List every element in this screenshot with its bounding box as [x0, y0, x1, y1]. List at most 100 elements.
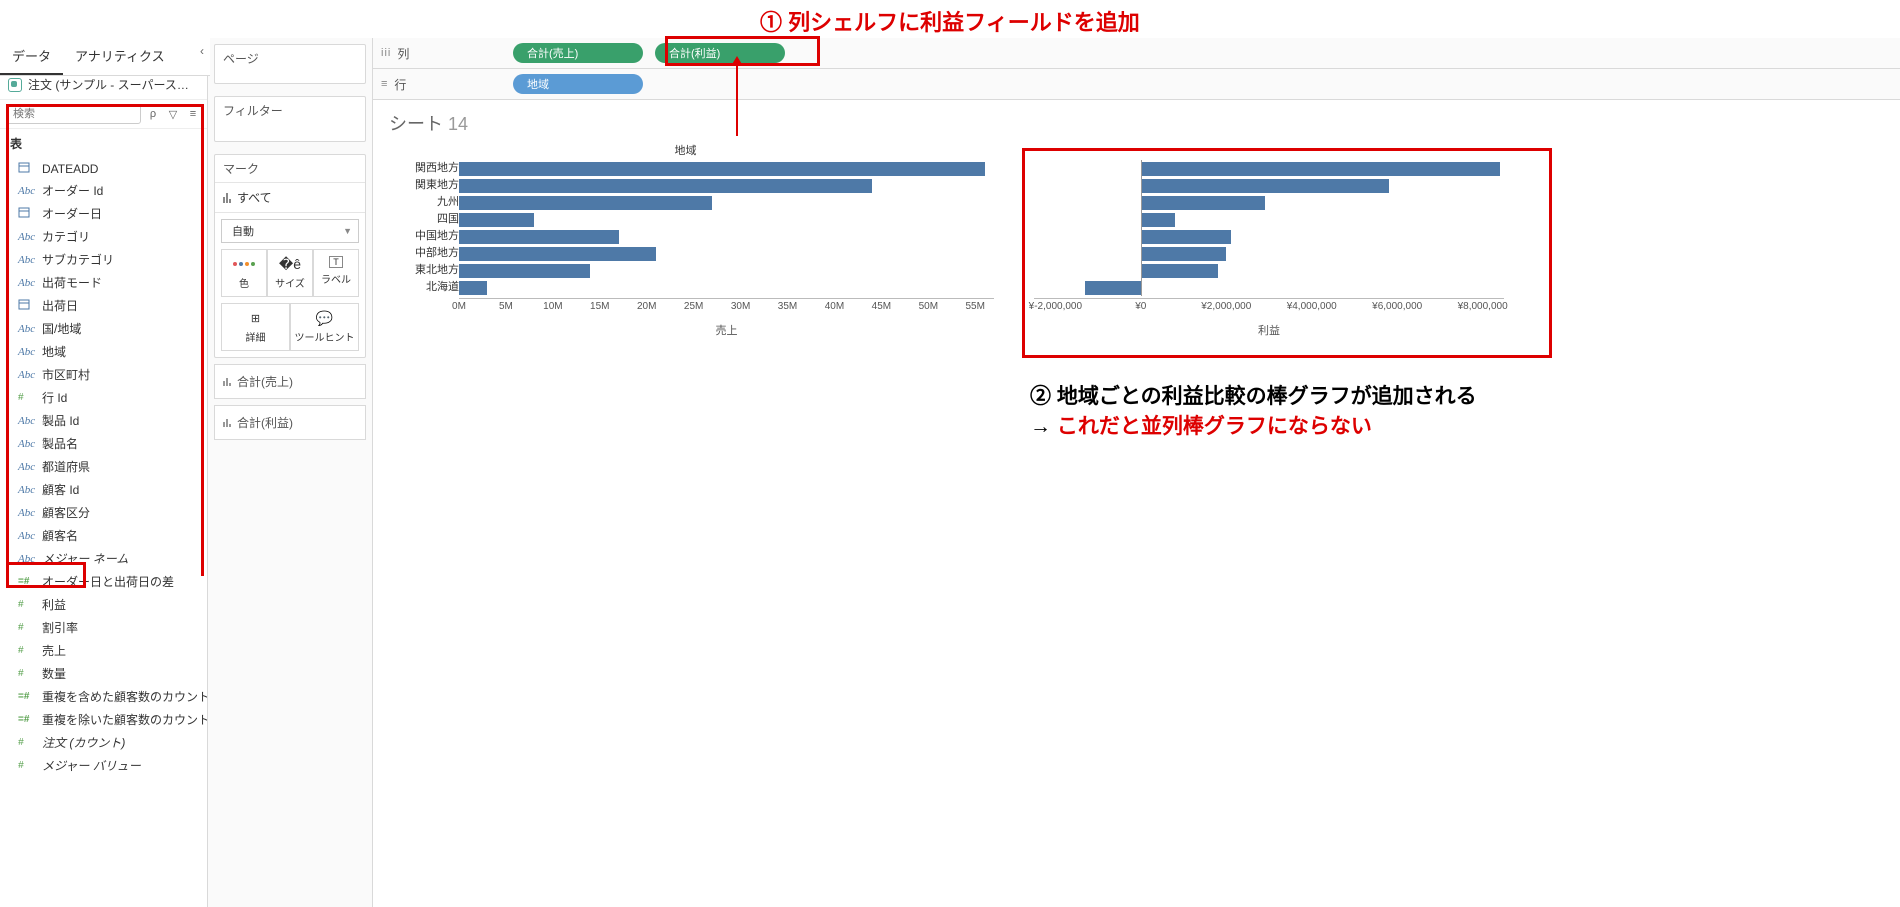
field-出荷モード[interactable]: Abc出荷モード	[0, 271, 207, 294]
mark-label-button[interactable]: T ラベル	[313, 249, 359, 297]
sheet-title[interactable]: シート 14	[373, 100, 1900, 140]
filter-icon[interactable]: ▽	[165, 106, 181, 122]
field-label: 顧客区分	[42, 504, 90, 521]
field-顧客名[interactable]: Abc顧客名	[0, 524, 207, 547]
mark-tooltip-button[interactable]: 💬 ツールヒント	[290, 303, 359, 351]
bar[interactable]	[1034, 228, 1504, 245]
field-カテゴリ[interactable]: Abcカテゴリ	[0, 225, 207, 248]
columns-shelf[interactable]: iii列 合計(売上) 合計(利益)	[373, 38, 1900, 69]
tick: 15M	[590, 301, 609, 312]
tick: 50M	[919, 301, 938, 312]
field-出荷日[interactable]: 出荷日	[0, 294, 207, 317]
bar[interactable]	[1034, 262, 1504, 279]
marks-all-row[interactable]: すべて	[215, 183, 365, 213]
x-axis-profit: ¥-2,000,000¥0¥2,000,000¥4,000,000¥6,000,…	[1034, 298, 1504, 318]
bar[interactable]	[459, 194, 994, 211]
mark-detail-button[interactable]: ⊞ 詳細	[221, 303, 290, 351]
field-国/地域[interactable]: Abc国/地域	[0, 317, 207, 340]
mark-color-button[interactable]: 色	[221, 249, 267, 297]
field-割引率[interactable]: #割引率	[0, 616, 207, 639]
rows-shelf[interactable]: ≡行 地域	[373, 69, 1900, 100]
abc-icon: Abc	[18, 530, 36, 542]
datasource-icon	[8, 78, 22, 92]
chart-profit[interactable]: ¥-2,000,000¥0¥2,000,000¥4,000,000¥6,000,…	[1034, 160, 1504, 338]
search-input[interactable]	[6, 104, 141, 124]
field-メジャー-ネーム[interactable]: Abcメジャー ネーム	[0, 547, 207, 570]
bar[interactable]	[459, 177, 994, 194]
field-重複を除いた顧客数のカウント[interactable]: =#重複を除いた顧客数のカウント	[0, 708, 207, 731]
y-label: 関東地方	[389, 177, 459, 194]
bar[interactable]	[1034, 245, 1504, 262]
field-label: 注文 (カウント)	[42, 734, 125, 751]
field-label: オーダー Id	[42, 182, 103, 199]
bar[interactable]	[459, 262, 994, 279]
mark-label-label: ラベル	[321, 271, 351, 286]
mark-size-button[interactable]: �ê サイズ	[267, 249, 313, 297]
bar[interactable]	[1034, 177, 1504, 194]
filters-card[interactable]: フィルター	[214, 96, 366, 142]
bar-chart-icon	[223, 419, 231, 427]
field-注文-(カウント)[interactable]: #注文 (カウント)	[0, 731, 207, 754]
field-DATEADD[interactable]: DATEADD	[0, 158, 207, 179]
collapse-sidebar-button[interactable]: ‹	[194, 38, 210, 75]
tick: ¥2,000,000	[1201, 301, 1251, 312]
field-数量[interactable]: #数量	[0, 662, 207, 685]
columns-label: 列	[397, 45, 409, 62]
bar[interactable]	[459, 245, 994, 262]
mark-type-select[interactable]: 自動 ▼	[221, 219, 359, 243]
bar[interactable]	[459, 211, 994, 228]
field-オーダー-Id[interactable]: Abcオーダー Id	[0, 179, 207, 202]
rows-icon: ≡	[381, 78, 388, 90]
abc-icon: Abc	[18, 461, 36, 473]
sheet-title-number: 14	[448, 114, 468, 134]
abc-icon: Abc	[18, 254, 36, 266]
zero-line	[1141, 160, 1142, 296]
field-label: 市区町村	[42, 366, 90, 383]
bar[interactable]	[1034, 211, 1504, 228]
field-オーダー日[interactable]: オーダー日	[0, 202, 207, 225]
bar[interactable]	[459, 228, 994, 245]
field-オーダー日と出荷日の差[interactable]: =#オーダー日と出荷日の差	[0, 570, 207, 593]
tab-data[interactable]: データ	[0, 38, 63, 75]
bar[interactable]	[1034, 160, 1504, 177]
field-label: 出荷日	[42, 297, 78, 314]
field-地域[interactable]: Abc地域	[0, 340, 207, 363]
field-行-Id[interactable]: #行 Id	[0, 386, 207, 409]
chart-sales[interactable]: 0M5M10M15M20M25M30M35M40M45M50M55M 売上	[459, 160, 994, 338]
search-submit-icon[interactable]: ρ	[145, 106, 161, 122]
abc-icon: Abc	[18, 507, 36, 519]
fields-menu-icon[interactable]: ≡	[185, 106, 201, 122]
field-label: DATEADD	[42, 162, 98, 176]
bar[interactable]	[459, 279, 994, 296]
hashcalc-icon: =#	[18, 691, 36, 702]
field-利益[interactable]: #利益	[0, 593, 207, 616]
field-製品-Id[interactable]: Abc製品 Id	[0, 409, 207, 432]
marks-agg-profit[interactable]: 合計(利益)	[214, 405, 366, 440]
row-pill-region[interactable]: 地域	[513, 74, 643, 94]
bar[interactable]	[1034, 279, 1504, 296]
field-売上[interactable]: #売上	[0, 639, 207, 662]
field-メジャー-バリュー[interactable]: #メジャー バリュー	[0, 754, 207, 777]
field-重複を含めた顧客数のカウント[interactable]: =#重複を含めた顧客数のカウント	[0, 685, 207, 708]
hash-icon: #	[18, 622, 36, 633]
tab-analytics[interactable]: アナリティクス	[63, 38, 177, 75]
marks-agg-sales[interactable]: 合計(売上)	[214, 364, 366, 399]
abc-icon: Abc	[18, 553, 36, 565]
field-市区町村[interactable]: Abc市区町村	[0, 363, 207, 386]
field-label: オーダー日	[42, 205, 102, 222]
field-都道府県[interactable]: Abc都道府県	[0, 455, 207, 478]
column-pill-sales[interactable]: 合計(売上)	[513, 43, 643, 63]
bar[interactable]	[459, 160, 994, 177]
field-label: 製品名	[42, 435, 78, 452]
tick: 40M	[825, 301, 844, 312]
pages-card[interactable]: ページ	[214, 44, 366, 84]
field-顧客-Id[interactable]: Abc顧客 Id	[0, 478, 207, 501]
x-axis-title-profit: 利益	[1034, 322, 1504, 338]
abc-icon: Abc	[18, 415, 36, 427]
field-製品名[interactable]: Abc製品名	[0, 432, 207, 455]
mark-type-label: 自動	[232, 223, 254, 239]
bar[interactable]	[1034, 194, 1504, 211]
field-顧客区分[interactable]: Abc 顧客区分	[0, 501, 207, 524]
field-サブカテゴリ[interactable]: Abcサブカテゴリ	[0, 248, 207, 271]
field-label: 重複を除いた顧客数のカウント	[42, 711, 207, 728]
